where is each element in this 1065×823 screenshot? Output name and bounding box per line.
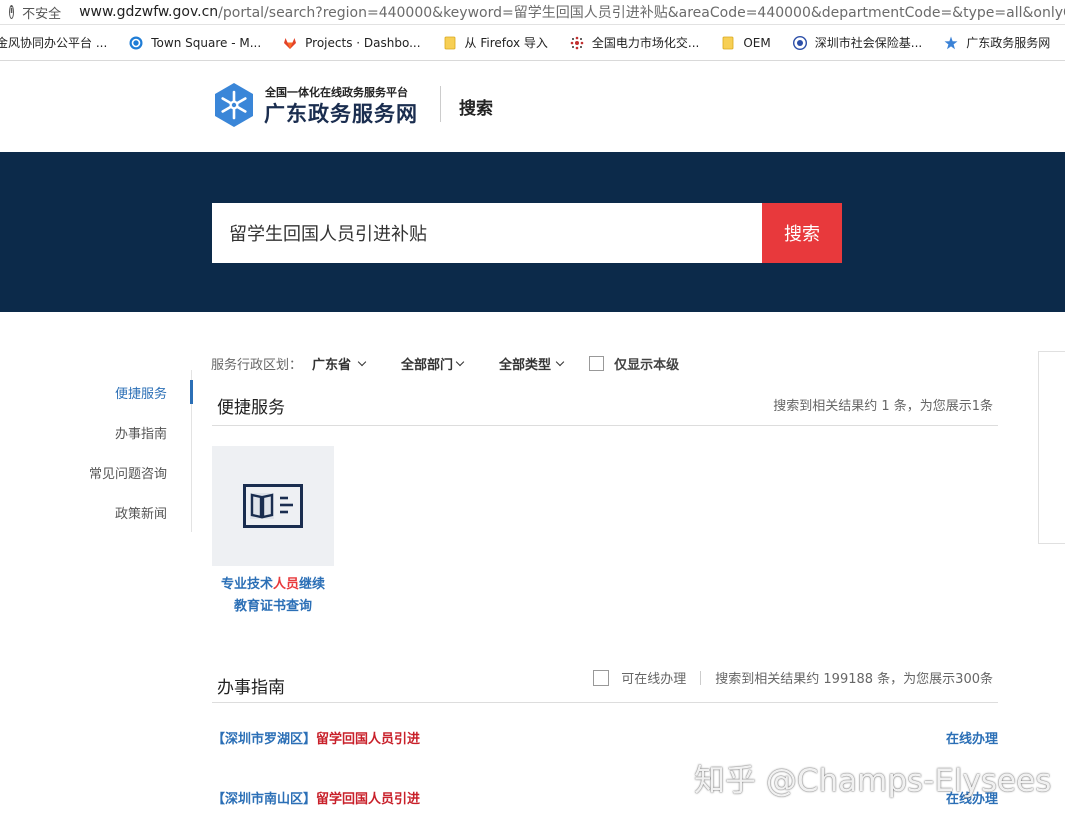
bookmark-label: 全国电力市场化交... <box>591 36 700 50</box>
search-box <box>212 203 762 263</box>
sidebar-item-quick-service[interactable]: 便捷服务 <box>115 383 167 402</box>
sidebar-item-policy-news[interactable]: 政策新闻 <box>115 503 167 522</box>
bookmark-label: 金风协同办公平台 ... <box>0 36 108 50</box>
gitlab-icon <box>284 37 297 49</box>
card-label-line2: 教育证书查询 <box>233 599 312 614</box>
folder-icon <box>444 36 455 49</box>
page-title: 搜索 <box>459 99 493 119</box>
region-dropdown[interactable]: 广东省 <box>312 354 367 373</box>
bookmark-item[interactable]: 金风协同办公平台 ... <box>0 34 107 51</box>
result-row[interactable]: 【深圳市罗湖区】留学回国人员引进 在线办理 <box>212 728 998 748</box>
result-location[interactable]: 【深圳市罗湖区】 <box>212 732 316 747</box>
seal-icon <box>792 35 807 50</box>
card-label-part1: 专业技术 <box>220 577 273 592</box>
chevron-down-icon <box>357 357 367 366</box>
logo-title[interactable]: 广东政务服务网 <box>264 98 418 128</box>
quick-service-header: 便捷服务 搜索到相关结果约 1 条，为您展示1条 <box>212 393 998 426</box>
bookmark-label: OEM <box>743 35 771 50</box>
online-only-checkbox[interactable] <box>593 669 610 686</box>
bookmark-label: Town Square - M... <box>151 35 262 50</box>
address-bar[interactable]: i 不安全 www.gdzwfw.gov.cn/portal/search?re… <box>0 0 1065 25</box>
bookmark-label: 广东政务服务网 <box>966 36 1051 50</box>
only-level-label[interactable]: 仅显示本级 <box>614 354 679 373</box>
header-divider <box>440 86 441 122</box>
zhihu-watermark: 知乎 @Champs-Elysees <box>694 763 1052 799</box>
bookmarks-bar: 金风协同办公平台 ... Town Square - M... Projects… <box>0 25 1065 61</box>
region-filter-label: 服务行政区划： <box>211 357 303 373</box>
department-dropdown[interactable]: 全部部门 <box>401 354 465 373</box>
service-card-label[interactable]: 专业技术人员继续 教育证书查询 <box>212 574 334 618</box>
filter-bar: 服务行政区划： 广东省 全部部门 全部类型 仅显示本级 <box>211 353 679 373</box>
gdzwfw-logo-icon[interactable] <box>211 82 257 128</box>
guide-header: 办事指南 可在线办理 搜索到相关结果约 199188 条，为您展示300条 <box>212 668 998 703</box>
sidebar-item-faq[interactable]: 常见问题咨询 <box>89 463 167 482</box>
folder-icon <box>722 36 734 49</box>
certificate-book-icon <box>243 484 303 528</box>
service-card[interactable] <box>212 446 334 566</box>
online-only-label[interactable]: 可在线办理 <box>621 668 686 687</box>
search-hero: 搜索 <box>0 152 1065 312</box>
filter-divider <box>700 670 702 685</box>
bookmark-item[interactable]: Town Square - M... <box>129 36 261 50</box>
bookmark-item[interactable]: 深圳市社会保险基... <box>792 34 923 51</box>
only-level-checkbox[interactable] <box>589 355 605 371</box>
sidebar-item-guide[interactable]: 办事指南 <box>115 423 167 442</box>
star-logo-icon <box>944 36 958 49</box>
security-label: 不安全 <box>22 6 62 22</box>
bookmark-label: Projects · Dashbo... <box>305 35 421 50</box>
mattermost-icon <box>129 36 143 49</box>
region-dropdown-value: 广东省 <box>312 357 352 373</box>
card-label-part2: 继续 <box>299 577 326 592</box>
result-keyword[interactable]: 留学回国人员引进 <box>316 732 420 747</box>
department-dropdown-value: 全部部门 <box>401 357 454 373</box>
right-side-panel <box>1038 351 1065 544</box>
bookmark-item[interactable]: 全国电力市场化交... <box>570 34 699 51</box>
grid-icon <box>570 36 584 49</box>
chevron-down-icon <box>555 357 565 366</box>
bookmark-item[interactable]: 从 Firefox 导入 <box>443 34 548 51</box>
bookmark-item[interactable]: OEM <box>721 35 771 50</box>
bookmark-item[interactable]: 广东政务服务网 <box>944 34 1050 51</box>
bookmark-label: 从 Firefox 导入 <box>464 36 548 50</box>
info-icon[interactable]: i <box>9 5 15 19</box>
section-title: 办事指南 <box>217 678 285 698</box>
bookmark-label: 深圳市社会保险基... <box>814 36 923 50</box>
result-location[interactable]: 【深圳市南山区】 <box>212 792 316 807</box>
search-button[interactable]: 搜索 <box>762 203 842 263</box>
online-apply-link[interactable]: 在线办理 <box>946 728 998 747</box>
chevron-down-icon <box>455 357 465 366</box>
section-title: 便捷服务 <box>217 398 285 418</box>
result-category-sidebar: 便捷服务 办事指南 常见问题咨询 政策新闻 <box>70 370 193 532</box>
card-label-highlight: 人员 <box>272 577 299 592</box>
url-path[interactable]: /portal/search?region=440000&keyword=留学生… <box>218 2 1065 22</box>
result-count: 搜索到相关结果约 199188 条，为您展示300条 <box>715 672 993 687</box>
site-header: 全国一体化在线政务服务平台 广东政务服务网 搜索 <box>0 62 1065 152</box>
result-count: 搜索到相关结果约 1 条，为您展示1条 <box>773 399 993 414</box>
bookmark-item[interactable]: Projects · Dashbo... <box>283 35 421 50</box>
type-dropdown-value: 全部类型 <box>499 357 552 373</box>
result-keyword[interactable]: 留学回国人员引进 <box>316 792 420 807</box>
online-filter: 可在线办理 搜索到相关结果约 199188 条，为您展示300条 <box>593 668 993 687</box>
type-dropdown[interactable]: 全部类型 <box>499 354 565 373</box>
search-input[interactable] <box>212 203 762 263</box>
url-host[interactable]: www.gdzwfw.gov.cn <box>79 4 218 20</box>
sidebar-active-indicator <box>190 380 193 404</box>
